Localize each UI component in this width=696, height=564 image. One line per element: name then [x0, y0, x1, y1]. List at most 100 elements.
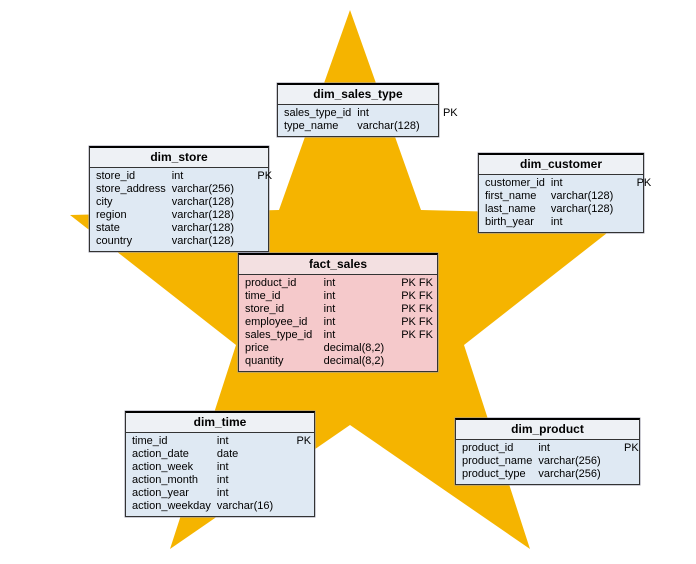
- table-title: dim_customer: [479, 155, 643, 175]
- col-name: time_id: [245, 290, 318, 302]
- col-type: int: [217, 461, 273, 473]
- col-type: varchar(16): [217, 500, 273, 512]
- col-name: time_id: [132, 435, 211, 447]
- table-fact-sales: fact_sales product_id int PK FK time_id …: [238, 253, 438, 372]
- col-type: int: [217, 435, 273, 447]
- col-key: [396, 342, 433, 354]
- col-name: last_name: [485, 203, 545, 215]
- col-key: [279, 474, 311, 486]
- col-type: date: [217, 448, 273, 460]
- col-key: PK FK: [396, 316, 433, 328]
- col-name: action_month: [132, 474, 211, 486]
- col-name: price: [245, 342, 318, 354]
- col-key: [240, 235, 272, 247]
- col-key: PK: [607, 442, 639, 454]
- col-name: state: [96, 222, 166, 234]
- col-name: product_type: [462, 468, 532, 480]
- col-key: PK FK: [396, 303, 433, 315]
- col-key: PK: [426, 107, 458, 119]
- col-key: [240, 196, 272, 208]
- table-title: dim_store: [90, 148, 268, 168]
- col-type: varchar(128): [172, 209, 234, 221]
- table-body: sales_type_id int PK type_name varchar(1…: [278, 105, 438, 136]
- col-name: birth_year: [485, 216, 545, 228]
- col-name: product_id: [462, 442, 532, 454]
- col-name: product_name: [462, 455, 532, 467]
- col-key: PK: [240, 170, 272, 182]
- col-key: [619, 216, 651, 228]
- col-type: decimal(8,2): [324, 355, 390, 367]
- table-dim-sales-type: dim_sales_type sales_type_id int PK type…: [277, 83, 439, 137]
- col-key: [619, 203, 651, 215]
- table-dim-store: dim_store store_id int PK store_address …: [89, 146, 269, 252]
- star-schema-diagram: dim_sales_type sales_type_id int PK type…: [0, 0, 696, 564]
- col-type: varchar(256): [172, 183, 234, 195]
- table-body: store_id int PK store_address varchar(25…: [90, 168, 268, 251]
- col-type: decimal(8,2): [324, 342, 390, 354]
- col-type: varchar(256): [538, 455, 600, 467]
- col-type: int: [324, 303, 390, 315]
- col-type: int: [357, 107, 419, 119]
- col-type: int: [324, 277, 390, 289]
- col-key: [607, 468, 639, 480]
- col-type: int: [324, 316, 390, 328]
- col-name: customer_id: [485, 177, 545, 189]
- col-type: varchar(128): [172, 222, 234, 234]
- table-body: time_id int PK action_date date action_w…: [126, 433, 314, 516]
- col-key: [240, 209, 272, 221]
- col-name: type_name: [284, 120, 351, 132]
- table-title: fact_sales: [239, 255, 437, 275]
- col-name: action_week: [132, 461, 211, 473]
- col-key: [279, 448, 311, 460]
- col-name: action_year: [132, 487, 211, 499]
- col-name: store_address: [96, 183, 166, 195]
- col-name: first_name: [485, 190, 545, 202]
- col-type: varchar(128): [172, 235, 234, 247]
- col-name: action_weekday: [132, 500, 211, 512]
- col-name: store_id: [96, 170, 166, 182]
- col-key: PK: [619, 177, 651, 189]
- col-type: varchar(256): [538, 468, 600, 480]
- col-key: PK FK: [396, 290, 433, 302]
- table-title: dim_product: [456, 420, 639, 440]
- col-name: country: [96, 235, 166, 247]
- table-body: product_id int PK product_name varchar(2…: [456, 440, 639, 484]
- col-name: product_id: [245, 277, 318, 289]
- col-type: int: [217, 487, 273, 499]
- col-type: int: [551, 216, 613, 228]
- col-type: varchar(128): [172, 196, 234, 208]
- col-key: [607, 455, 639, 467]
- col-name: action_date: [132, 448, 211, 460]
- col-key: [240, 222, 272, 234]
- table-body: product_id int PK FK time_id int PK FK s…: [239, 275, 437, 371]
- table-title: dim_time: [126, 413, 314, 433]
- col-name: store_id: [245, 303, 318, 315]
- col-key: [426, 120, 458, 132]
- col-type: int: [324, 290, 390, 302]
- col-key: PK: [279, 435, 311, 447]
- col-key: PK FK: [396, 329, 433, 341]
- col-type: varchar(128): [357, 120, 419, 132]
- col-type: int: [324, 329, 390, 341]
- col-name: city: [96, 196, 166, 208]
- table-body: customer_id int PK first_name varchar(12…: [479, 175, 643, 232]
- col-type: int: [538, 442, 600, 454]
- col-key: [619, 190, 651, 202]
- table-dim-product: dim_product product_id int PK product_na…: [455, 418, 640, 485]
- col-type: int: [172, 170, 234, 182]
- col-key: PK FK: [396, 277, 433, 289]
- table-dim-time: dim_time time_id int PK action_date date…: [125, 411, 315, 517]
- col-key: [240, 183, 272, 195]
- col-name: quantity: [245, 355, 318, 367]
- col-name: employee_id: [245, 316, 318, 328]
- col-type: varchar(128): [551, 190, 613, 202]
- col-name: region: [96, 209, 166, 221]
- col-type: int: [551, 177, 613, 189]
- col-type: varchar(128): [551, 203, 613, 215]
- col-name: sales_type_id: [245, 329, 318, 341]
- col-key: [279, 500, 311, 512]
- col-key: [396, 355, 433, 367]
- col-key: [279, 487, 311, 499]
- table-dim-customer: dim_customer customer_id int PK first_na…: [478, 153, 644, 233]
- table-title: dim_sales_type: [278, 85, 438, 105]
